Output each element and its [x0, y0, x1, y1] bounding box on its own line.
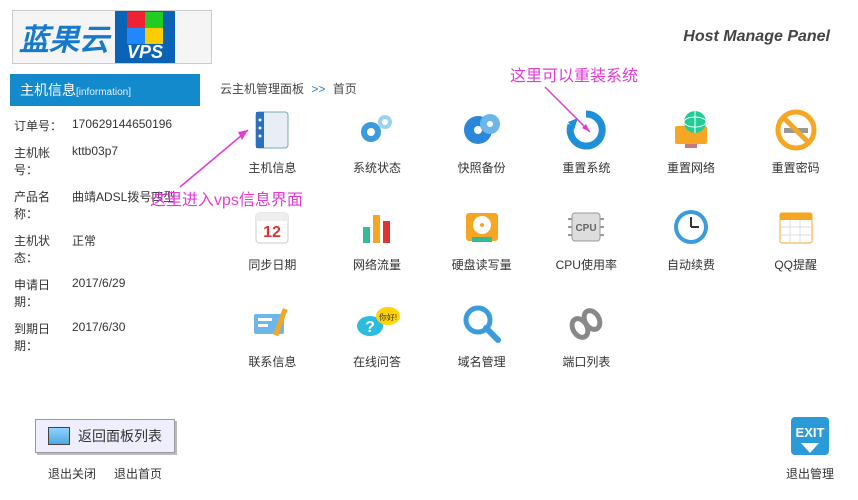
calendar-icon: 12 — [249, 204, 295, 250]
exit-home-link[interactable]: 退出首页 — [114, 465, 162, 482]
arrow-icon — [540, 82, 600, 142]
svg-text:12: 12 — [263, 224, 281, 241]
exit-close-link[interactable]: 退出关闭 — [48, 465, 96, 482]
svg-text:你好!: 你好! — [379, 312, 397, 322]
exit-manage-item[interactable]: EXIT 退出管理 — [786, 413, 834, 482]
windows-flag-icon: VPS — [115, 11, 175, 63]
no-smoking-icon — [773, 107, 819, 153]
svg-text:EXIT: EXIT — [796, 425, 825, 440]
globe-monitor-icon — [668, 107, 714, 153]
card-pencil-icon — [249, 301, 295, 347]
discs-icon — [459, 107, 505, 153]
sidebar-header: 主机信息[information] — [10, 74, 200, 106]
arrow-icon — [170, 122, 260, 192]
port-list-item[interactable]: 端口列表 — [534, 301, 639, 370]
brand-logo: 蓝果云 VPS — [12, 10, 212, 64]
return-panel-list-button[interactable]: 返回面板列表 — [35, 419, 175, 453]
net-traffic-item[interactable]: 网络流量 — [325, 204, 430, 273]
cpu-chip-icon: CPU — [563, 204, 609, 250]
backup-item[interactable]: 快照备份 — [429, 107, 534, 176]
gears-icon — [354, 107, 400, 153]
reset-password-item[interactable]: 重置密码 — [743, 107, 848, 176]
magnifier-icon — [459, 301, 505, 347]
panel-title: Host Manage Panel — [683, 28, 830, 46]
reset-network-item[interactable]: 重置网络 — [639, 107, 744, 176]
clock-icon — [668, 204, 714, 250]
chat-bubbles-icon: ? 你好! — [354, 301, 400, 347]
svg-text:?: ? — [365, 319, 375, 336]
hard-drive-icon — [459, 204, 505, 250]
auto-renew-item[interactable]: 自动续费 — [639, 204, 744, 273]
system-status-item[interactable]: 系统状态 — [325, 107, 430, 176]
svg-text:CPU: CPU — [576, 223, 597, 234]
logo-text: 蓝果云 — [13, 15, 115, 59]
cpu-usage-item[interactable]: CPU CPU使用率 — [534, 204, 639, 273]
disk-io-item[interactable]: 硬盘读写量 — [429, 204, 534, 273]
monitor-icon — [48, 427, 70, 445]
contact-item[interactable]: 联系信息 — [220, 301, 325, 370]
exit-sign-icon: EXIT — [787, 413, 833, 459]
sync-date-item[interactable]: 12 同步日期 — [220, 204, 325, 273]
calendar-grid-icon — [773, 204, 819, 250]
bar-chart-icon — [354, 204, 400, 250]
qq-remind-item[interactable]: QQ提醒 — [743, 204, 848, 273]
domain-mgmt-item[interactable]: 域名管理 — [429, 301, 534, 370]
online-qa-item[interactable]: ?你好! 在线问答 — [325, 301, 430, 370]
chain-link-icon — [563, 301, 609, 347]
